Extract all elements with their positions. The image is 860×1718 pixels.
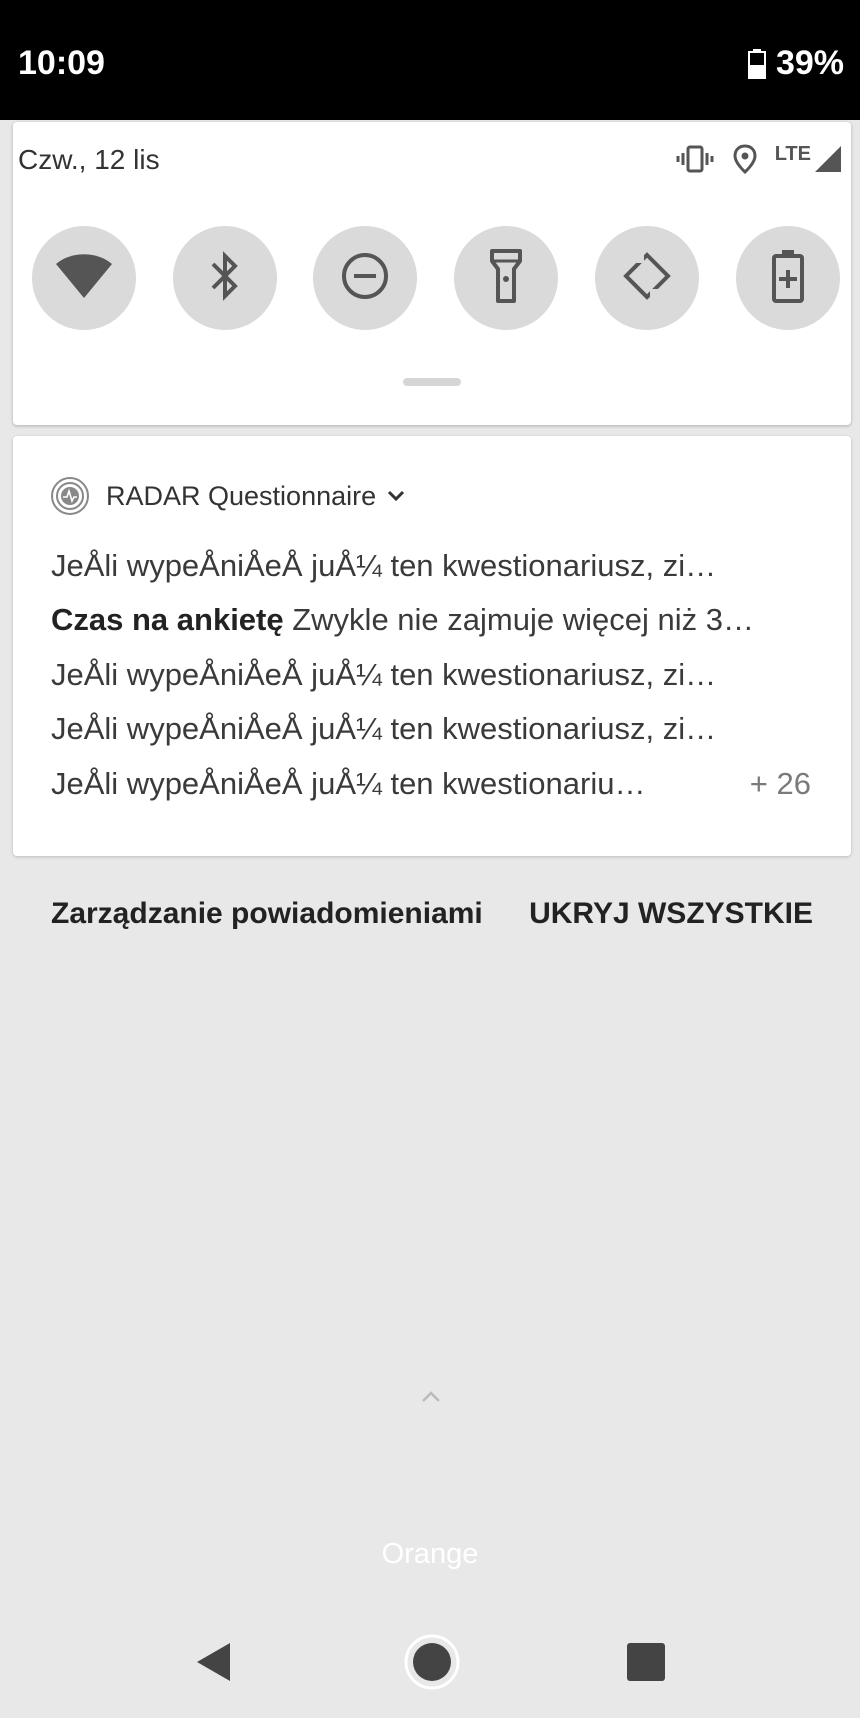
tile-dnd[interactable] [313,226,417,330]
notification-line-text: JeÅli wypeÅniÅeÅ juÅ¼ ten kwestionariusz… [51,548,717,583]
notification-line-text: JeÅli wypeÅniÅeÅ juÅ¼ ten kwestionariu… [51,766,646,801]
qs-status-icons: LTE [675,144,843,174]
notification-header[interactable]: RADAR Questionnaire [50,476,406,516]
drag-handle[interactable] [403,378,461,386]
notification-line-title: Czas na ankietę [51,602,284,637]
notification-line-text: Zwykle nie zajmuje więcej niż 3… [292,602,754,637]
status-time: 10:09 [18,44,105,82]
manage-notifications-button[interactable]: Zarządzanie powiadomieniami [51,897,483,931]
tile-battery-saver[interactable] [736,226,840,330]
tile-wifi[interactable] [32,226,136,330]
flashlight-icon [490,248,522,308]
notification-line: JeÅli wypeÅniÅeÅ juÅ¼ ten kwestionariusz… [51,657,821,693]
notification-line-text: JeÅli wypeÅniÅeÅ juÅ¼ ten kwestionariusz… [51,711,717,746]
more-count: + 26 [749,766,811,801]
carrier-label: Orange [381,1538,479,1570]
chevron-up-icon[interactable] [420,1390,442,1409]
tile-flashlight[interactable] [454,226,558,330]
vibrate-icon [675,144,715,174]
lte-label: LTE [774,143,811,165]
notification-line: JeÅli wypeÅniÅeÅ juÅ¼ ten kwestionariusz… [51,711,821,747]
back-icon[interactable] [196,1642,232,1687]
notification-card[interactable]: RADAR Questionnaire JeÅli wypeÅniÅeÅ juÅ… [13,436,851,856]
battery-percent: 39% [775,44,844,82]
dnd-icon [341,252,389,305]
hide-all-button[interactable]: UKRYJ WSZYSTKIE [529,897,813,931]
notification-line-text: JeÅli wypeÅniÅeÅ juÅ¼ ten kwestionariusz… [51,657,717,692]
qs-date: Czw., 12 lis [18,144,160,175]
battery-saver-icon [771,249,805,308]
location-icon [733,144,757,174]
rotate-icon [622,251,672,306]
tile-auto-rotate[interactable] [595,226,699,330]
quick-settings-panel: Czw., 12 lis LTE [13,122,851,425]
bluetooth-icon [208,250,242,307]
quick-tiles [32,226,844,330]
lte-signal-icon: LTE [775,144,843,174]
tile-bluetooth[interactable] [173,226,277,330]
status-bar: 10:09 39% [0,0,860,120]
notification-line: JeÅli wypeÅniÅeÅ juÅ¼ ten kwestionariusz… [51,548,821,584]
battery-icon [747,48,766,79]
chevron-down-icon[interactable] [386,489,406,503]
notification-line: JeÅli wypeÅniÅeÅ juÅ¼ ten kwestionariu… [51,766,741,802]
notification-line: Czas na ankietę Zwykle nie zajmuje więce… [51,602,821,638]
app-icon [50,476,90,516]
recents-icon[interactable] [627,1643,665,1686]
battery-indicator: 39% [747,44,844,83]
app-name: RADAR Questionnaire [106,480,377,511]
home-icon[interactable] [404,1634,460,1695]
wifi-icon [55,253,113,303]
